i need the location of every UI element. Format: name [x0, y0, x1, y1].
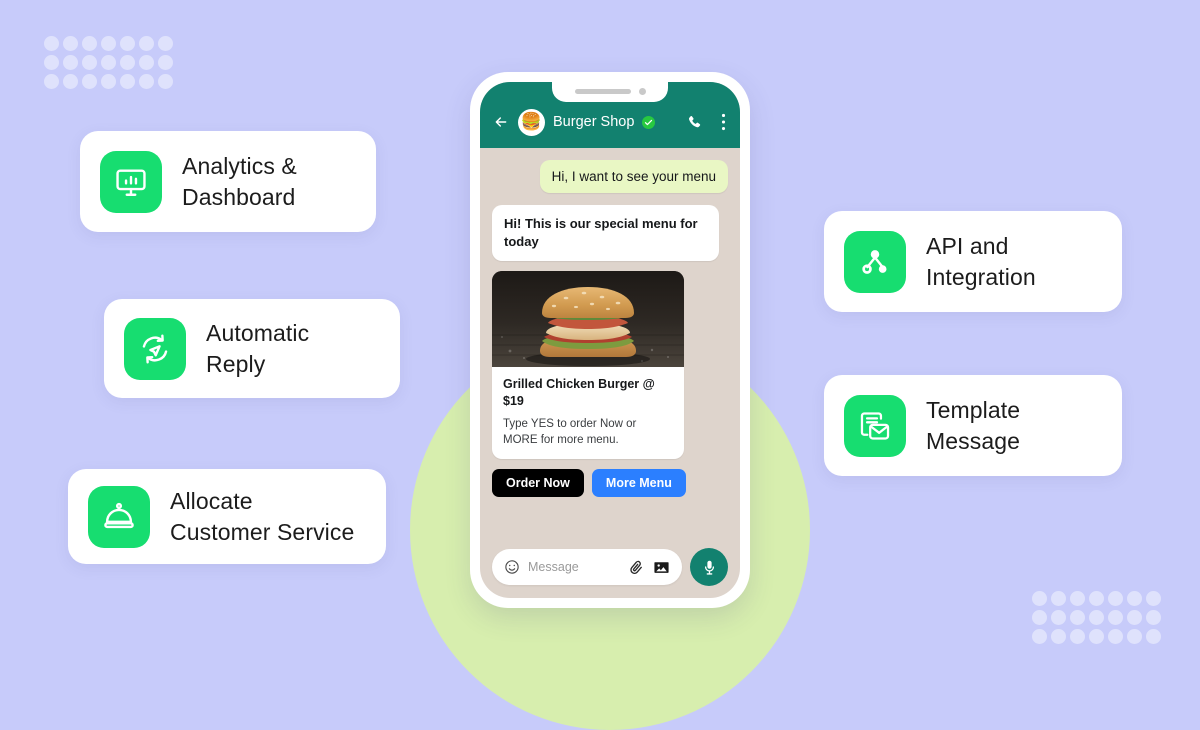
dot [63, 55, 78, 70]
product-description: Type YES to order Now or MORE for more m… [503, 417, 637, 446]
network-nodes-icon [844, 230, 906, 293]
dot [44, 36, 59, 51]
contact-name: Burger Shop [553, 114, 635, 130]
feature-card-label: API and Integration [926, 233, 1036, 290]
dot [82, 36, 97, 51]
dot [1070, 591, 1085, 606]
feature-card-allocate-customer-service[interactable]: Allocate Customer Service [68, 469, 386, 564]
speaker-grille [574, 88, 631, 94]
dot [1108, 610, 1123, 625]
document-envelope-icon [844, 394, 906, 457]
dot [1051, 629, 1066, 644]
dot [101, 36, 116, 51]
phone-notch [552, 82, 668, 102]
order-now-button[interactable]: Order Now [492, 469, 584, 498]
auto-reply-refresh-icon [124, 317, 186, 380]
dot [120, 36, 135, 51]
dot [1089, 610, 1104, 625]
dot [101, 74, 116, 89]
dot [1032, 591, 1047, 606]
message-bubble-outgoing: Hi, I want to see your menu [539, 160, 728, 193]
dot [139, 74, 154, 89]
dot [44, 55, 59, 70]
dot [158, 55, 173, 70]
feature-card-label: Automatic Reply [206, 320, 310, 377]
dot [1127, 610, 1142, 625]
verified-check-icon [642, 115, 656, 129]
dot [139, 55, 154, 70]
dot [1089, 591, 1104, 606]
microphone-button[interactable] [690, 548, 728, 586]
dot [82, 74, 97, 89]
product-title: Grilled Chicken Burger @ $19 [503, 376, 655, 408]
dot [1108, 629, 1123, 644]
decorative-dot-grid-bottom-right [1032, 591, 1161, 644]
feature-card-label: Analytics & Dashboard [182, 153, 297, 210]
phone-mockup: 🍔 Burger Shop Hi, I want to see your men… [470, 72, 750, 608]
dot [1032, 610, 1047, 625]
dot [1089, 629, 1104, 644]
feature-card-label: Template Message [926, 397, 1021, 454]
image-icon[interactable] [653, 559, 670, 576]
dot [1146, 591, 1161, 606]
dot [101, 55, 116, 70]
dot [1146, 610, 1161, 625]
message-bubble-incoming: Hi! This is our special menu for today [492, 205, 719, 261]
paperclip-icon[interactable] [628, 559, 645, 576]
dot [63, 36, 78, 51]
dot [1032, 629, 1047, 644]
dot [1146, 629, 1161, 644]
cta-button-row: Order Now More Menu [492, 469, 728, 498]
decorative-dot-grid-top-left [44, 36, 173, 89]
chat-message-list[interactable]: Hi, I want to see your menu Hi! This is … [480, 148, 740, 536]
emoji-smiley-icon[interactable] [504, 559, 520, 575]
dot [1127, 591, 1142, 606]
dot [120, 55, 135, 70]
avatar[interactable]: 🍔 [518, 108, 545, 136]
feature-card-automatic-reply[interactable]: Automatic Reply [104, 299, 400, 398]
dot [82, 55, 97, 70]
more-menu-button[interactable]: More Menu [591, 469, 686, 498]
front-camera-dot [638, 87, 646, 95]
grilled-chicken-burger-photo [492, 270, 684, 367]
phone-call-icon[interactable] [686, 114, 703, 131]
dot [44, 74, 59, 89]
back-arrow-icon[interactable] [492, 114, 510, 130]
message-input[interactable]: Message [528, 560, 620, 574]
dot [1051, 591, 1066, 606]
service-dome-icon [88, 485, 150, 548]
dot [120, 74, 135, 89]
message-input-pill[interactable]: Message [492, 549, 682, 585]
dot [139, 36, 154, 51]
dot [1070, 629, 1085, 644]
feature-card-api-integration[interactable]: API and Integration [824, 211, 1122, 312]
dot [63, 74, 78, 89]
feature-card-template-message[interactable]: Template Message [824, 375, 1122, 476]
chat-input-bar: Message [480, 536, 740, 598]
dot [1070, 610, 1085, 625]
dot [158, 74, 173, 89]
dot [1127, 629, 1142, 644]
product-card[interactable]: Grilled Chicken Burger @ $19 Type YES to… [492, 270, 684, 460]
feature-card-label: Allocate Customer Service [170, 488, 355, 545]
more-vertical-icon[interactable] [721, 113, 726, 131]
phone-screen: 🍔 Burger Shop Hi, I want to see your men… [480, 82, 740, 598]
dot [1051, 610, 1066, 625]
feature-card-analytics-dashboard[interactable]: Analytics & Dashboard [80, 131, 376, 232]
dot [158, 36, 173, 51]
dot [1108, 591, 1123, 606]
monitor-chart-icon [100, 150, 162, 213]
